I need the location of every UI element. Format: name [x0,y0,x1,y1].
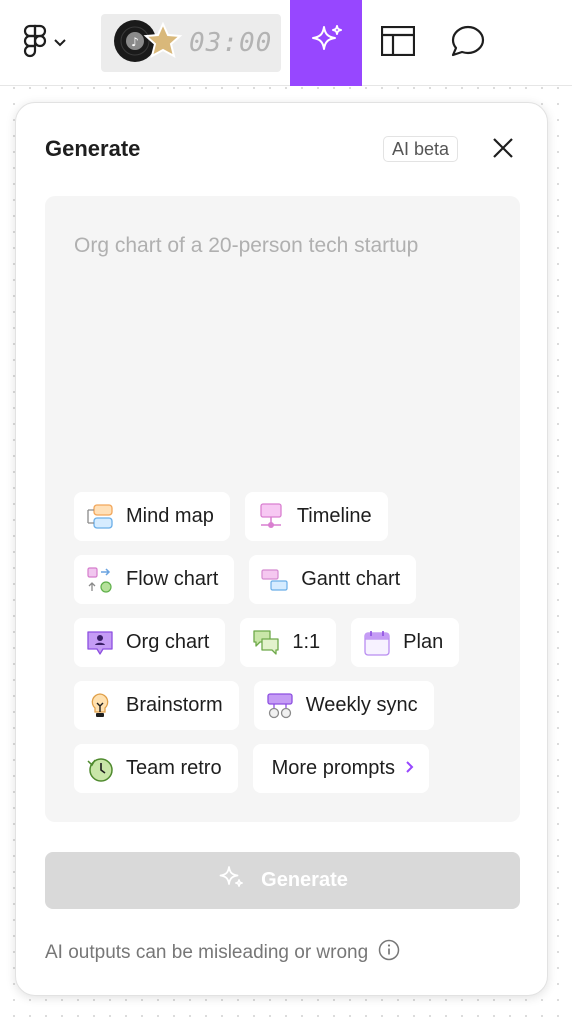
generate-button[interactable]: Generate [45,852,520,909]
ai-generate-tool[interactable] [290,0,362,86]
more-prompts-button[interactable]: More prompts [252,744,429,793]
chip-timeline[interactable]: Timeline [244,492,388,541]
chip-gantt-chart[interactable]: Gantt chart [249,555,417,604]
layout-icon [380,25,416,61]
more-prompts-label: More prompts [271,757,395,779]
close-icon [492,137,514,164]
svg-text:♪: ♪ [131,35,139,49]
chip-flow-chart[interactable]: Flow chart [74,555,235,604]
chip-label: Mind map [126,505,214,527]
sparkle-icon [217,864,245,898]
mind-map-icon [86,503,114,531]
comment-tool[interactable] [432,0,504,86]
ai-disclaimer: AI outputs can be misleading or wrong [45,939,400,967]
prompt-input[interactable] [74,230,504,262]
chip-label: Timeline [296,505,372,527]
chip-team-retro[interactable]: Team retro [74,744,238,793]
chip-label: Weekly sync [305,694,418,716]
figma-logo-icon [22,24,48,63]
panel-title: Generate [45,136,141,161]
chip-label: 1:1 [292,631,321,653]
lightbulb-icon [86,692,114,720]
generate-label: Generate [261,869,348,891]
gantt-chart-icon [261,566,289,594]
chip-org-chart[interactable]: Org chart [74,618,226,667]
timeline-icon [257,502,285,531]
close-button[interactable] [486,133,520,167]
generate-panel: Generate AI beta Mind map [15,102,548,996]
main-menu-button[interactable] [22,24,74,62]
timer-widget[interactable]: ♪ 03:00 [101,14,281,72]
ai-beta-badge: AI beta [383,136,459,162]
layout-tool[interactable] [362,0,434,86]
disclaimer-text: AI outputs can be misleading or wrong [45,942,369,963]
chip-label: Org chart [126,631,210,653]
chip-label: Gantt chart [301,568,401,590]
prompt-area: Mind map Timeline [45,196,520,822]
comment-icon [451,25,485,62]
chevron-down-icon [54,34,66,52]
weekly-sync-icon [266,692,294,720]
flow-chart-icon [86,566,114,594]
ai-sparkle-icon [308,23,344,64]
chevron-right-icon [405,757,415,780]
chip-label: Flow chart [126,568,219,590]
org-chart-icon [86,629,114,657]
chip-plan[interactable]: Plan [351,618,460,667]
chip-brainstorm[interactable]: Brainstorm [74,681,239,730]
one-on-one-icon [252,629,280,657]
clock-icon [86,755,114,783]
calendar-icon [363,629,391,657]
chip-mind-map[interactable]: Mind map [74,492,230,541]
chip-label: Plan [403,631,444,653]
top-toolbar: ♪ 03:00 [0,0,572,86]
info-icon[interactable] [378,939,400,967]
timer-text: 03:00 [189,28,273,58]
chip-one-on-one[interactable]: 1:1 [240,618,337,667]
chip-label: Brainstorm [126,694,223,716]
chip-weekly-sync[interactable]: Weekly sync [253,681,434,730]
star-icon [143,21,183,66]
chip-label: Team retro [126,757,222,779]
prompt-suggestions: Mind map Timeline Flow chart Gantt chart… [74,492,504,807]
